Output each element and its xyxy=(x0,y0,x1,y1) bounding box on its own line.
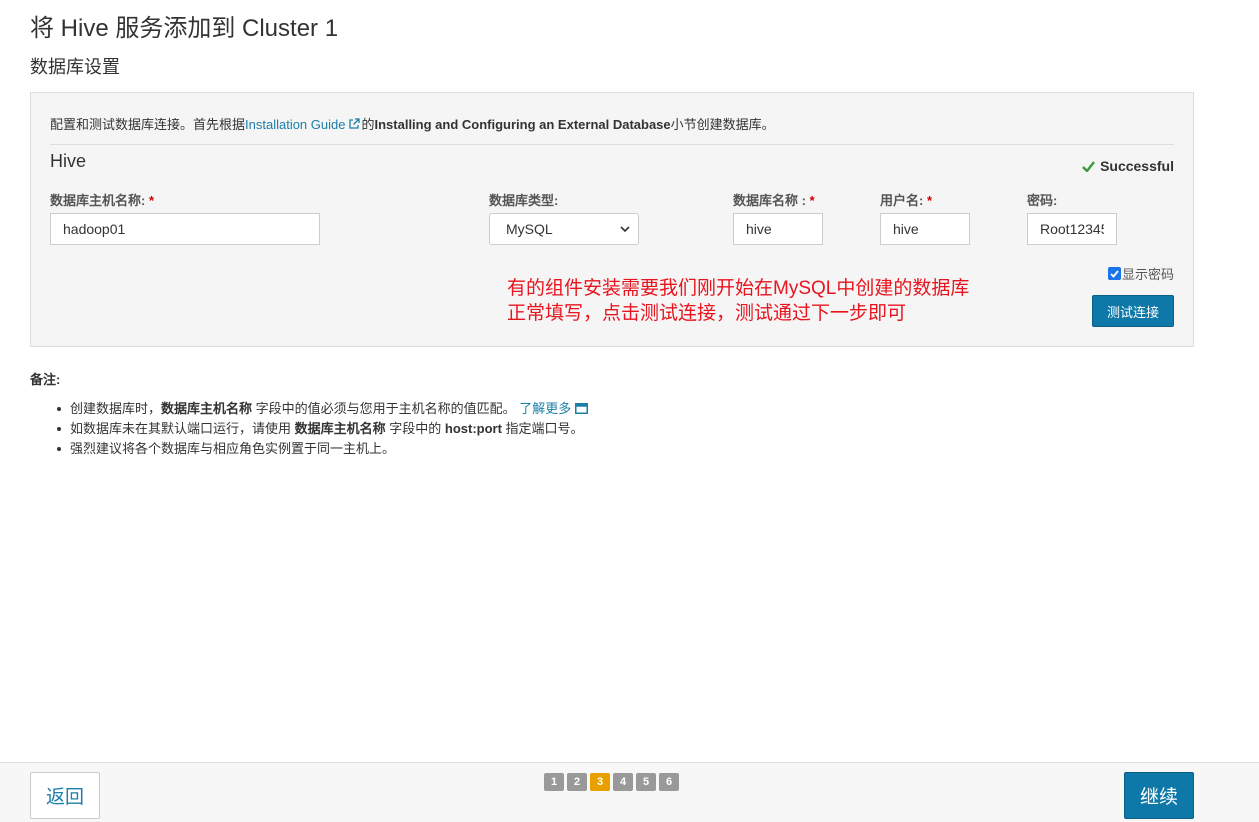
step-4: 4 xyxy=(613,773,633,791)
checkmark-icon xyxy=(1110,269,1119,278)
note-text: 字段中的值必须与您用于主机名称的值匹配。 xyxy=(252,401,516,416)
chevron-down-icon xyxy=(620,226,630,232)
host-input[interactable] xyxy=(50,213,320,245)
db-name-label: 数据库名称 : * xyxy=(733,190,815,209)
service-name: Hive xyxy=(50,151,87,171)
note-bold: 数据库主机名称 xyxy=(161,401,253,416)
note-item: 强烈建议将各个数据库与相应角色实例置于同一主机上。 xyxy=(52,439,588,459)
note-bold: 数据库主机名称 xyxy=(294,421,386,436)
divider xyxy=(50,144,1174,145)
username-input[interactable] xyxy=(880,213,970,245)
notes-list: 创建数据库时，数据库主机名称 字段中的值必须与您用于主机名称的值匹配。 了解更多… xyxy=(52,399,589,459)
intro-middle: 的 xyxy=(361,117,375,132)
step-1: 1 xyxy=(544,773,564,791)
step-indicator: 1 2 3 4 5 6 xyxy=(544,773,679,791)
installation-guide-link[interactable]: Installation Guide xyxy=(245,117,345,132)
note-text: 字段中的 xyxy=(385,421,445,436)
required-mark: * xyxy=(926,193,933,208)
host-label: 数据库主机名称: * xyxy=(50,190,154,209)
learn-more-link[interactable]: 了解更多 xyxy=(519,401,571,416)
database-settings-panel: 配置和测试数据库连接。首先根据Installation Guide 的Instal… xyxy=(30,92,1194,347)
external-link-icon[interactable] xyxy=(348,118,361,130)
back-button[interactable]: 返回 xyxy=(30,772,100,819)
db-type-value: MySQL xyxy=(506,221,553,237)
continue-button[interactable]: 继续 xyxy=(1124,772,1194,819)
note-item: 如数据库未在其默认端口运行，请使用 数据库主机名称 字段中的 host:port… xyxy=(52,419,588,439)
check-icon xyxy=(1082,160,1096,172)
step-2: 2 xyxy=(567,773,587,791)
password-input[interactable] xyxy=(1027,213,1117,245)
note-text: 创建数据库时， xyxy=(70,401,162,416)
db-name-label-text: 数据库名称 : xyxy=(733,193,806,208)
page-title: 将 Hive 服务添加到 Cluster 1 xyxy=(30,15,339,42)
db-name-input[interactable] xyxy=(733,213,823,245)
username-label: 用户名: * xyxy=(880,190,932,209)
intro-suffix: 小节创建数据库。 xyxy=(670,117,775,132)
db-type-label: 数据库类型: xyxy=(489,193,559,208)
note-text: 强烈建议将各个数据库与相应角色实例置于同一主机上。 xyxy=(70,441,396,456)
step-3: 3 xyxy=(590,773,610,791)
annotation-text: 有的组件安装需要我们刚开始在MySQL中创建的数据库 正常填写，点击测试连接，测… xyxy=(507,276,969,326)
db-type-select[interactable]: MySQL xyxy=(489,213,639,245)
annotation-line-2: 正常填写，点击测试连接，测试通过下一步即可 xyxy=(507,303,907,324)
notes-title: 备注: xyxy=(30,372,61,387)
password-label: 密码: xyxy=(1027,193,1058,208)
step-6: 6 xyxy=(659,773,679,791)
intro-text: 配置和测试数据库连接。首先根据Installation Guide 的Instal… xyxy=(50,114,775,133)
test-connection-button[interactable]: 测试连接 xyxy=(1092,295,1174,327)
status-badge: Successful xyxy=(1082,158,1174,174)
step-5: 5 xyxy=(636,773,656,791)
section-title: 数据库设置 xyxy=(30,57,120,77)
show-password-checkbox[interactable] xyxy=(1107,267,1121,280)
annotation-line-1: 有的组件安装需要我们刚开始在MySQL中创建的数据库 xyxy=(507,278,970,299)
show-password-label: 显示密码 xyxy=(1121,267,1174,282)
note-text: 指定端口号。 xyxy=(501,421,584,436)
intro-prefix: 配置和测试数据库连接。首先根据 xyxy=(50,117,246,132)
username-label-text: 用户名: xyxy=(880,193,924,208)
note-item: 创建数据库时，数据库主机名称 字段中的值必须与您用于主机名称的值匹配。 了解更多 xyxy=(52,399,589,419)
intro-bold: Installing and Configuring an External D… xyxy=(374,117,671,132)
note-bold: host:port xyxy=(444,421,502,436)
new-window-icon[interactable] xyxy=(575,403,589,414)
footer-bar: 返回 1 2 3 4 5 6 继续 xyxy=(0,762,1259,822)
host-label-text: 数据库主机名称: xyxy=(50,193,146,208)
required-mark: * xyxy=(809,193,815,208)
status-text: Successful xyxy=(1100,158,1174,174)
required-mark: * xyxy=(148,193,155,208)
show-password-toggle[interactable]: 显示密码 xyxy=(1107,264,1174,283)
note-text: 如数据库未在其默认端口运行，请使用 xyxy=(70,421,295,436)
